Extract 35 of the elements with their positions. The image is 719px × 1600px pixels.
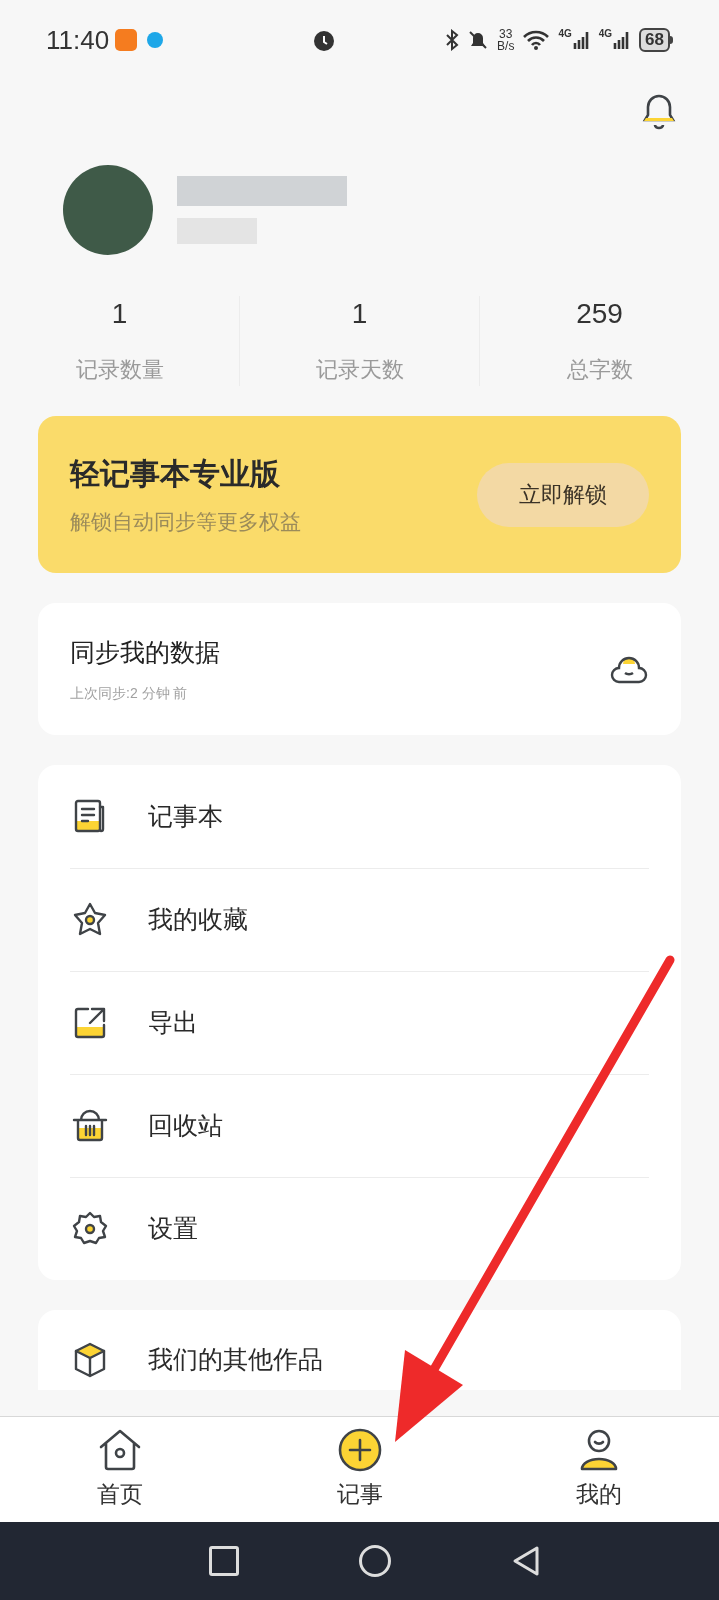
- other-apps-label: 我们的其他作品: [148, 1344, 323, 1376]
- stat-label: 总字数: [566, 356, 633, 384]
- menu-item[interactable]: 设置: [70, 1177, 649, 1280]
- menu-item[interactable]: 我的收藏: [70, 868, 649, 971]
- bluetooth-icon: [445, 29, 460, 51]
- pro-subtitle: 解锁自动同步等更多权益: [70, 509, 302, 536]
- menu-item[interactable]: 记事本: [70, 765, 649, 868]
- recents-button[interactable]: [208, 1546, 239, 1576]
- battery-indicator: 68: [639, 28, 670, 52]
- home-button[interactable]: [358, 1545, 391, 1577]
- signal-icon: [572, 29, 591, 51]
- other-apps-card[interactable]: 我们的其他作品: [38, 1310, 681, 1390]
- add-icon: [336, 1427, 383, 1474]
- tab-bar-item[interactable]: 首页: [0, 1417, 240, 1522]
- stat-label: 记录天数: [315, 356, 404, 384]
- network-speed-unit: B/s: [497, 40, 515, 52]
- stat-label: 记录数量: [75, 356, 164, 384]
- wifi-icon: [522, 29, 551, 51]
- sync-title: 同步我的数据: [70, 636, 221, 668]
- menu-item[interactable]: 回收站: [70, 1074, 649, 1177]
- sync-time: 上次同步:2 分钟 前: [70, 684, 189, 704]
- pro-banner[interactable]: 轻记事本专业版 解锁自动同步等更多权益 立即解锁: [38, 416, 681, 573]
- pro-title: 轻记事本专业版: [70, 456, 281, 493]
- network-type: 4G: [598, 29, 613, 39]
- tab-bar-item[interactable]: 记事: [239, 1417, 480, 1522]
- stat-value: 1: [351, 298, 368, 330]
- network-speed: 33: [499, 28, 513, 40]
- stat-value: 259: [576, 298, 623, 330]
- unlock-button[interactable]: 立即解锁: [477, 462, 649, 527]
- status-time: 11:40: [46, 23, 110, 57]
- menu-item[interactable]: 导出: [70, 971, 649, 1074]
- sync-card[interactable]: 同步我的数据 上次同步:2 分钟 前: [38, 603, 681, 735]
- tab-bar-item[interactable]: 我的: [479, 1417, 719, 1522]
- stat-value: 1: [111, 298, 128, 330]
- network-type: 4G: [558, 29, 572, 39]
